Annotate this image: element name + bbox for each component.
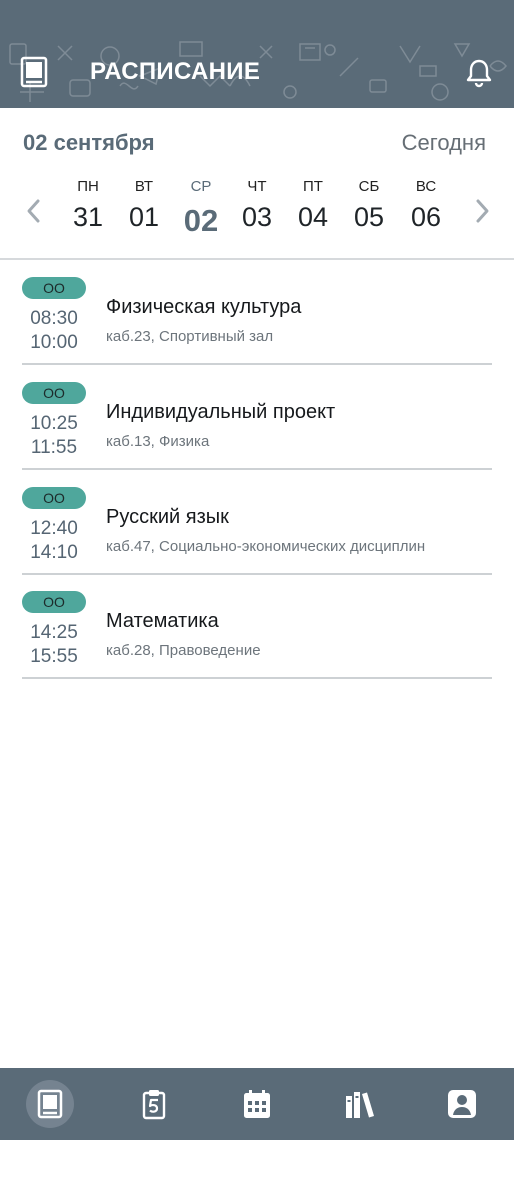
nav-calendar[interactable] <box>233 1080 281 1128</box>
lesson-start-time: 10:25 <box>30 413 78 434</box>
lesson-subject: Физическая культура <box>106 296 302 318</box>
day-number: 06 <box>410 202 442 232</box>
bottom-navigation <box>0 1068 514 1140</box>
divider <box>22 468 492 470</box>
week-selector: ПН 31 ВТ 01 СР 02 ЧТ 03 ПТ 04 СБ 05 ВС 0… <box>0 176 514 246</box>
day-tue[interactable]: ВТ 01 <box>118 176 170 242</box>
chevron-right-icon[interactable] <box>470 196 494 226</box>
lesson-subject: Индивидуальный проект <box>106 401 336 423</box>
lesson-end-time: 14:10 <box>30 542 78 563</box>
lesson-subject: Русский язык <box>106 506 229 528</box>
day-number: 02 <box>183 203 219 238</box>
day-fri[interactable]: ПТ 04 <box>287 176 339 242</box>
day-number: 01 <box>128 202 160 232</box>
page-title: РАСПИСАНИЕ <box>90 58 261 85</box>
lesson-type-badge: ОО <box>22 591 86 613</box>
day-of-week: ПТ <box>303 178 323 195</box>
lesson-item[interactable]: ОО 14:25 15:55 Математика каб.28, Правов… <box>22 575 492 679</box>
profile-icon <box>448 1090 476 1118</box>
day-of-week: СР <box>190 178 212 195</box>
day-number: 05 <box>353 202 385 232</box>
divider <box>0 258 514 260</box>
lesson-type-badge: ОО <box>22 277 86 299</box>
lesson-room: каб.13, Физика <box>106 433 210 450</box>
lesson-end-time: 11:55 <box>30 437 78 458</box>
day-of-week: ПН <box>77 178 99 195</box>
lesson-type-badge: ОО <box>22 382 86 404</box>
nav-schedule[interactable] <box>26 1080 74 1128</box>
book-icon <box>20 56 48 88</box>
lesson-start-time: 14:25 <box>30 622 78 643</box>
bell-icon[interactable] <box>464 58 494 88</box>
divider <box>22 677 492 679</box>
day-of-week: ЧТ <box>247 178 267 195</box>
day-sun[interactable]: ВС 06 <box>400 176 452 242</box>
lesson-start-time: 12:40 <box>30 518 78 539</box>
day-of-week: СБ <box>358 178 380 195</box>
day-of-week: ВТ <box>134 178 154 195</box>
lesson-room: каб.28, Правоведение <box>106 642 261 659</box>
day-of-week: ВС <box>415 178 437 195</box>
lesson-item[interactable]: ОО 08:30 10:00 Физическая культура каб.2… <box>22 261 492 365</box>
calendar-icon <box>244 1090 270 1118</box>
lesson-item[interactable]: ОО 10:25 11:55 Индивидуальный проект каб… <box>22 366 492 470</box>
lesson-room: каб.47, Социально-экономических дисципли… <box>106 538 426 555</box>
day-sat[interactable]: СБ 05 <box>343 176 395 242</box>
chevron-left-icon[interactable] <box>22 196 46 226</box>
day-thu[interactable]: ЧТ 03 <box>231 176 283 242</box>
day-number: 04 <box>297 202 329 232</box>
lesson-type-badge: ОО <box>22 487 86 509</box>
today-button[interactable]: Сегодня <box>402 130 486 156</box>
date-row: 02 сентября Сегодня <box>0 126 514 162</box>
clipboard-grade-icon <box>142 1090 166 1120</box>
selected-date: 02 сентября <box>23 130 155 155</box>
nav-grades[interactable] <box>130 1080 178 1128</box>
book-icon <box>37 1089 63 1119</box>
nav-library[interactable] <box>336 1080 384 1128</box>
lesson-room: каб.23, Спортивный зал <box>106 328 274 345</box>
nav-profile[interactable] <box>438 1080 486 1128</box>
lesson-subject: Математика <box>106 610 219 632</box>
divider <box>22 363 492 365</box>
status-bar <box>0 0 514 36</box>
lesson-start-time: 08:30 <box>30 308 78 329</box>
lesson-end-time: 10:00 <box>30 332 78 353</box>
lesson-item[interactable]: ОО 12:40 14:10 Русский язык каб.47, Соци… <box>22 471 492 575</box>
library-icon <box>346 1092 374 1118</box>
app-bar: РАСПИСАНИЕ <box>0 36 514 108</box>
day-mon[interactable]: ПН 31 <box>62 176 114 242</box>
day-number: 03 <box>241 202 273 232</box>
day-wed-selected[interactable]: СР 02 <box>175 176 227 242</box>
lesson-end-time: 15:55 <box>30 646 78 667</box>
day-number: 31 <box>72 202 104 232</box>
